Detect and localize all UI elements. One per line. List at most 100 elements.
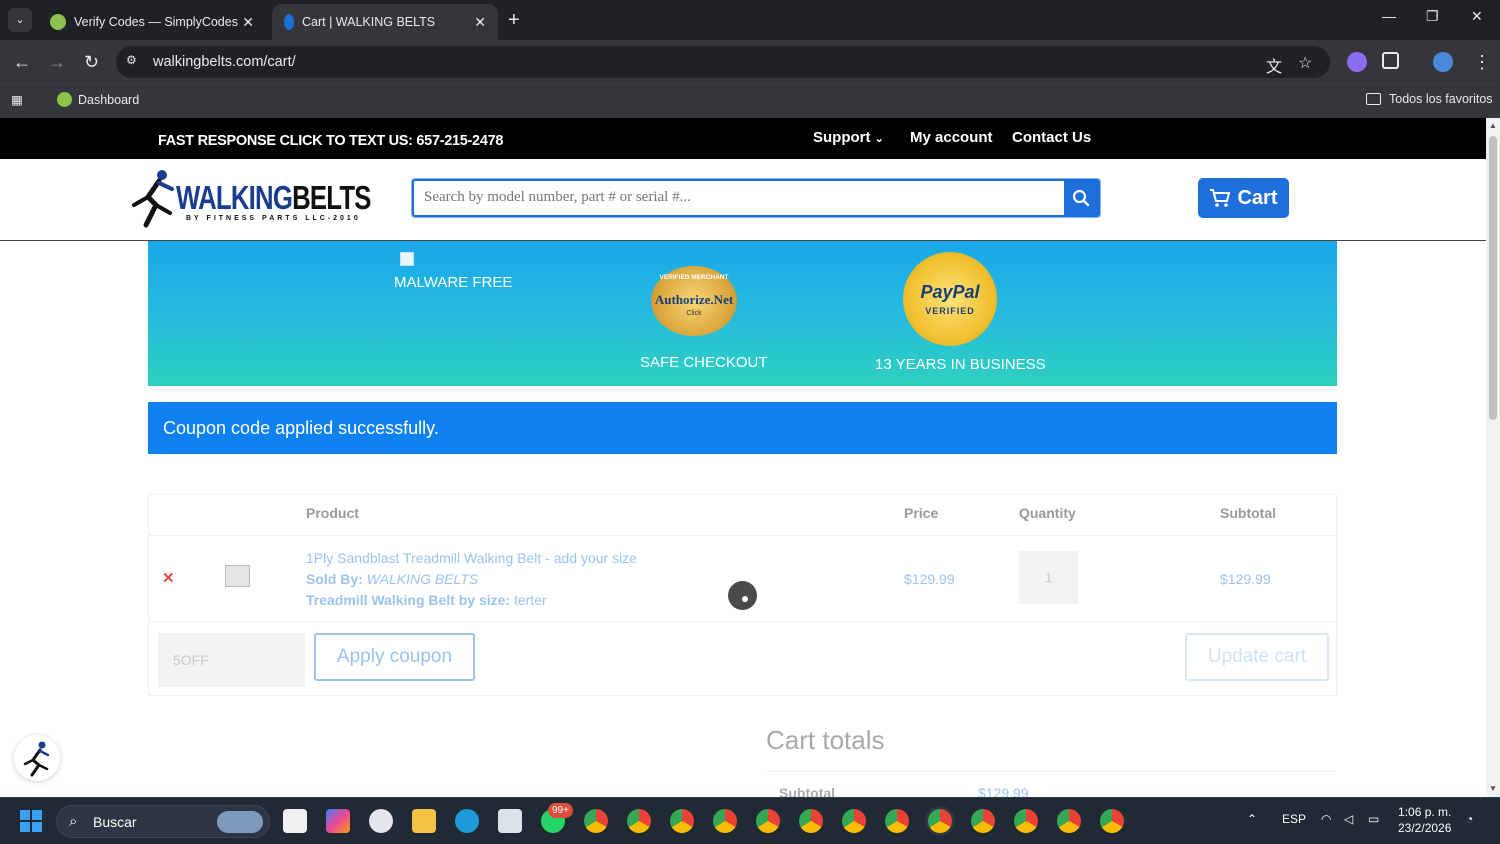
apply-coupon-button[interactable]: Apply coupon: [314, 633, 475, 681]
chrome-profile-2-icon[interactable]: [627, 809, 651, 833]
taskbar-search[interactable]: ⌕ Buscar: [56, 805, 270, 838]
authorize-net-seal[interactable]: Authorize.Net VERIFIED MERCHANT Click: [651, 266, 737, 336]
copilot-icon[interactable]: [326, 809, 350, 833]
edge-browser-icon[interactable]: [455, 809, 479, 833]
tab-search-icon[interactable]: ⌄: [8, 8, 32, 32]
scrollbar-thumb[interactable]: [1489, 136, 1497, 420]
remove-item-icon[interactable]: ✕: [162, 569, 175, 587]
calculator-icon[interactable]: [498, 809, 522, 833]
cart-icon: [1210, 189, 1231, 207]
product-name-link[interactable]: 1Ply Sandblast Treadmill Walking Belt - …: [306, 550, 637, 566]
malware-free-label: MALWARE FREE: [394, 274, 513, 291]
years-in-business-label: 13 YEARS IN BUSINESS: [875, 356, 1046, 373]
sold-by-line: Sold By: WALKING BELTS: [306, 571, 479, 587]
chrome-active-icon[interactable]: [928, 809, 952, 833]
walkingbelts-logo[interactable]: WALKINGBELTS BY FITNESS PARTS LLC-2010: [126, 167, 371, 233]
coupon-success-notice: Coupon code applied successfully.: [148, 402, 1337, 454]
chevron-down-icon: ⌄: [874, 133, 884, 145]
chrome-profile-11-icon[interactable]: [1057, 809, 1081, 833]
search-button[interactable]: [1064, 181, 1098, 215]
extension-icon[interactable]: [1347, 52, 1367, 72]
totals-subtotal-label: Subtotal: [779, 785, 835, 797]
chrome-profile-7-icon[interactable]: [842, 809, 866, 833]
chrome-profile-12-icon[interactable]: [1100, 809, 1124, 833]
paypal-verified-seal[interactable]: PayPal VERIFIED: [903, 252, 997, 346]
chrome-profile-5-icon[interactable]: [756, 809, 780, 833]
coupon-code-input[interactable]: 5OFF: [158, 633, 305, 687]
chrome-profile-8-icon[interactable]: [885, 809, 909, 833]
search-input[interactable]: [424, 189, 1064, 206]
forward-icon[interactable]: →: [48, 50, 66, 74]
chrome-profile-6-icon[interactable]: [799, 809, 823, 833]
tab-walkingbelts-cart[interactable]: Cart | WALKING BELTS ✕: [272, 4, 498, 40]
browser-tab-bar: ⌄ Verify Codes — SimplyCodes ✕ Cart | WA…: [0, 0, 1500, 40]
clock-app-icon[interactable]: [369, 809, 393, 833]
paypal-verified-label: VERIFIED: [925, 306, 975, 316]
reload-icon[interactable]: ↻: [84, 50, 99, 74]
folder-icon: [1366, 93, 1381, 105]
close-window-icon[interactable]: ✕: [1471, 8, 1483, 25]
tab-simplycodes[interactable]: Verify Codes — SimplyCodes ✕: [38, 4, 266, 40]
menu-kebab-icon[interactable]: ⋮: [1473, 50, 1491, 74]
chrome-profile-3-icon[interactable]: [670, 809, 694, 833]
tray-overflow-icon[interactable]: ⌃: [1247, 812, 1257, 826]
nav-contact-us[interactable]: Contact Us: [1012, 129, 1091, 146]
authorize-net-brand: Authorize.Net: [654, 292, 734, 307]
scroll-up-icon[interactable]: ▲: [1489, 121, 1497, 130]
header-subtotal: Subtotal: [1220, 505, 1276, 521]
minimize-icon[interactable]: —: [1382, 8, 1396, 24]
totals-subtotal-value: $129.99: [978, 785, 1029, 797]
all-favorites-folder[interactable]: Todos los favoritos: [1366, 92, 1493, 106]
floating-runner-badge[interactable]: [14, 735, 60, 781]
row-divider: [149, 535, 1336, 536]
authorize-click-label: Click: [686, 310, 702, 317]
safe-checkout-label: SAFE CHECKOUT: [640, 354, 768, 371]
text-us-promo-link[interactable]: FAST RESPONSE CLICK TO TEXT US: 657-215-…: [158, 133, 503, 149]
site-info-icon[interactable]: ⚙: [126, 53, 144, 71]
microsoft-store-icon[interactable]: [283, 809, 307, 833]
profile-avatar-icon[interactable]: [1433, 52, 1453, 72]
volume-icon[interactable]: ◁: [1344, 812, 1353, 826]
product-thumbnail[interactable]: [225, 565, 250, 587]
runner-logo-icon: [132, 170, 174, 228]
top-bar: FAST RESPONSE CLICK TO TEXT US: 657-215-…: [0, 118, 1486, 159]
translate-icon[interactable]: 文: [1266, 53, 1282, 77]
windows-start-icon[interactable]: [20, 810, 42, 832]
language-indicator[interactable]: ESP: [1282, 812, 1306, 826]
close-tab-icon[interactable]: ✕: [242, 14, 254, 31]
page-scrollbar[interactable]: ▲ ▼: [1486, 118, 1500, 797]
scroll-down-icon[interactable]: ▼: [1489, 784, 1497, 793]
nav-support[interactable]: Support ⌄: [813, 129, 884, 146]
new-tab-icon[interactable]: +: [508, 8, 520, 32]
extensions-puzzle-icon[interactable]: [1382, 52, 1399, 69]
quantity-input[interactable]: 1: [1019, 551, 1078, 604]
wifi-icon[interactable]: ◠: [1321, 812, 1331, 826]
close-tab-icon[interactable]: ✕: [474, 14, 486, 31]
weather-widget-icon[interactable]: [217, 811, 263, 833]
chrome-profile-4-icon[interactable]: [713, 809, 737, 833]
url-text: walkingbelts.com/cart/: [153, 54, 296, 70]
taskbar-clock[interactable]: 1:06 p. m. 23/2/2026: [1398, 804, 1451, 836]
row-divider: [149, 621, 1336, 622]
notification-bell-icon[interactable]: ◔: [1466, 812, 1473, 826]
nav-my-account[interactable]: My account: [910, 129, 993, 146]
address-bar[interactable]: ⚙ walkingbelts.com/cart/ 文 ☆: [116, 46, 1330, 78]
cart-totals-title: Cart totals: [766, 725, 885, 755]
apps-grid-icon[interactable]: ▦: [11, 92, 23, 107]
back-icon[interactable]: ←: [13, 50, 31, 74]
bookmark-dashboard[interactable]: Dashboard: [57, 92, 139, 107]
chrome-profile-1-icon[interactable]: [584, 809, 608, 833]
file-explorer-icon[interactable]: [412, 809, 436, 833]
clock-date: 23/2/2026: [1398, 821, 1452, 835]
restore-icon[interactable]: ❐: [1426, 8, 1439, 25]
header-price: Price: [904, 505, 939, 521]
cart-button[interactable]: Cart: [1198, 178, 1289, 218]
battery-icon[interactable]: ▭: [1368, 812, 1379, 826]
authorize-verified-ring: VERIFIED MERCHANT: [659, 274, 729, 281]
runner-icon: [23, 741, 50, 777]
bookmark-star-icon[interactable]: ☆: [1298, 53, 1312, 73]
simplycodes-favicon-icon: [50, 14, 66, 30]
chrome-profile-10-icon[interactable]: [1014, 809, 1038, 833]
chrome-profile-9-icon[interactable]: [971, 809, 995, 833]
update-cart-button[interactable]: Update cart: [1185, 633, 1329, 681]
